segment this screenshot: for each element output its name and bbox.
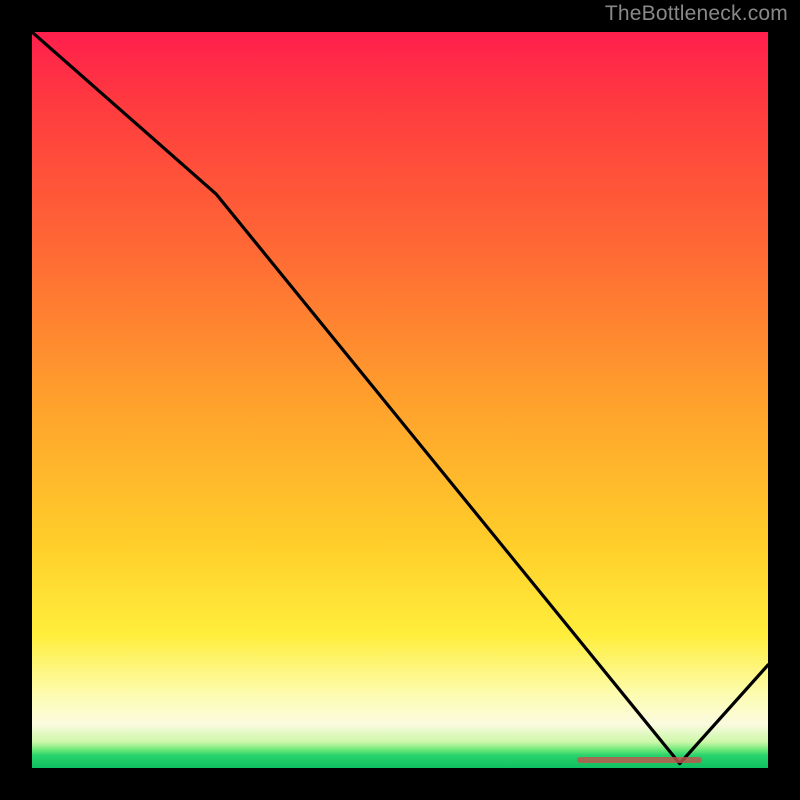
watermark-text: TheBottleneck.com	[605, 2, 788, 26]
plot-svg	[32, 32, 768, 768]
chart-frame: TheBottleneck.com	[0, 0, 800, 800]
curve-path	[32, 32, 768, 764]
plot-area	[32, 32, 768, 768]
minimum-marker	[577, 757, 702, 763]
